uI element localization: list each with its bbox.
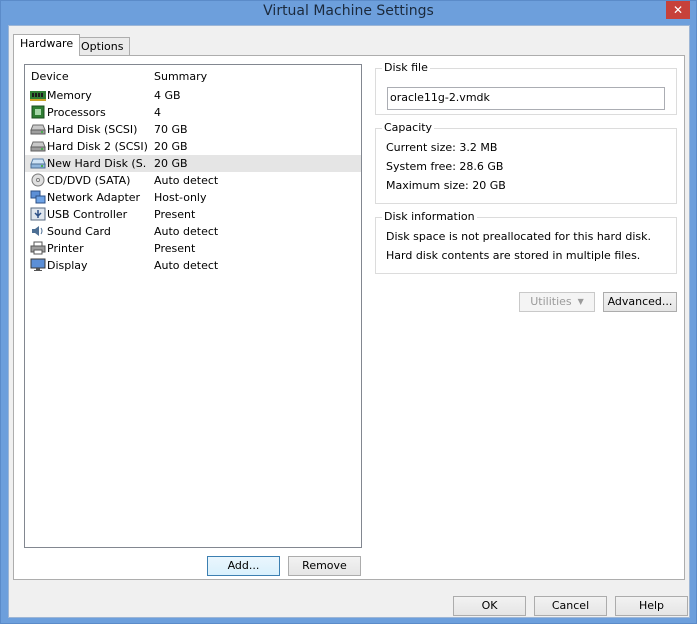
cancel-button[interactable]: Cancel	[534, 596, 607, 616]
utilities-label: Utilities	[530, 295, 572, 308]
capacity-legend: Capacity	[382, 121, 435, 134]
system-free-text: System free: 28.6 GB	[386, 160, 504, 173]
device-row-network-adapter[interactable]: Network Adapter Host-only	[25, 189, 361, 206]
sound-card-icon	[32, 226, 43, 236]
device-row-printer[interactable]: Printer Present	[25, 240, 361, 257]
device-name: USB Controller	[47, 208, 128, 221]
usb-icon	[30, 207, 46, 221]
display-icon	[30, 258, 46, 271]
close-icon: ✕	[672, 3, 684, 17]
device-name: New Hard Disk (S...	[47, 157, 147, 170]
device-name: Hard Disk (SCSI)	[47, 123, 138, 136]
device-row-memory[interactable]: Memory 4 GB	[25, 87, 361, 104]
hardware-tab-panel: Device Summary Memory 4 GB Processors 4	[13, 55, 685, 580]
device-name: Processors	[47, 106, 106, 119]
close-button[interactable]: ✕	[666, 1, 690, 19]
device-name: Printer	[47, 242, 84, 255]
remove-button[interactable]: Remove	[288, 556, 361, 576]
disk-file-group: Disk file oracle11g-2.vmdk	[375, 61, 677, 115]
cd-dvd-icon	[31, 173, 45, 187]
device-row-sound-card[interactable]: Sound Card Auto detect	[25, 223, 361, 240]
device-name: CD/DVD (SATA)	[47, 174, 131, 187]
maximum-size-text: Maximum size: 20 GB	[386, 179, 506, 192]
settings-window: Virtual Machine Settings ✕ Hardware Opti…	[0, 0, 697, 624]
device-summary: 4 GB	[154, 89, 181, 102]
disk-file-legend: Disk file	[382, 61, 430, 74]
device-name: Hard Disk 2 (SCSI)	[47, 140, 147, 153]
device-summary: 70 GB	[154, 123, 188, 136]
title-bar[interactable]: Virtual Machine Settings ✕	[1, 1, 696, 25]
tab-options[interactable]: Options	[74, 37, 131, 57]
hard-disk-icon	[30, 158, 46, 169]
capacity-group: Capacity Current size: 3.2 MB System fre…	[375, 121, 677, 204]
device-row-display[interactable]: Display Auto detect	[25, 257, 361, 274]
device-column-header[interactable]: Device	[31, 70, 69, 83]
device-summary: Host-only	[154, 191, 207, 204]
disk-info-line-1: Disk space is not preallocated for this …	[386, 230, 651, 243]
device-name: Sound Card	[47, 225, 111, 238]
device-row-usb-controller[interactable]: USB Controller Present	[25, 206, 361, 223]
disk-information-group: Disk information Disk space is not preal…	[375, 210, 677, 274]
device-summary: 20 GB	[154, 157, 188, 170]
device-summary: 20 GB	[154, 140, 188, 153]
processor-icon	[31, 105, 45, 119]
help-button[interactable]: Help	[615, 596, 688, 616]
device-summary: Present	[154, 208, 196, 221]
device-summary: Auto detect	[154, 174, 219, 187]
device-summary: 4	[154, 106, 161, 119]
device-list[interactable]: Device Summary Memory 4 GB Processors 4	[24, 64, 362, 548]
hard-disk-icon	[30, 141, 46, 152]
device-summary: Present	[154, 242, 196, 255]
chevron-down-icon: ▼	[577, 297, 584, 306]
device-summary: Auto detect	[154, 259, 219, 272]
device-name: Display	[47, 259, 88, 272]
network-adapter-icon	[30, 190, 46, 204]
device-rows: Memory 4 GB Processors 4 Hard Disk (SCSI…	[25, 87, 361, 274]
device-name: Memory	[47, 89, 92, 102]
current-size-text: Current size: 3.2 MB	[386, 141, 498, 154]
device-row-cd-dvd[interactable]: CD/DVD (SATA) Auto detect	[25, 172, 361, 189]
device-row-new-hard-disk[interactable]: New Hard Disk (S... 20 GB	[25, 155, 361, 172]
ok-button[interactable]: OK	[453, 596, 526, 616]
add-button[interactable]: Add...	[207, 556, 280, 576]
device-name: Network Adapter	[47, 191, 141, 204]
window-title: Virtual Machine Settings	[263, 3, 434, 19]
hard-disk-icon	[30, 124, 46, 135]
advanced-button[interactable]: Advanced...	[603, 292, 677, 312]
memory-icon	[30, 91, 46, 101]
device-summary: Auto detect	[154, 225, 219, 238]
dialog-client-area: Hardware Options Device Summary Memory 4…	[8, 25, 690, 618]
disk-info-line-2: Hard disk contents are stored in multipl…	[386, 249, 641, 262]
device-row-hard-disk-2-scsi[interactable]: Hard Disk 2 (SCSI) 20 GB	[25, 138, 361, 155]
utilities-button[interactable]: Utilities ▼	[519, 292, 595, 312]
tab-hardware[interactable]: Hardware	[13, 34, 81, 56]
disk-file-field[interactable]: oracle11g-2.vmdk	[387, 87, 665, 110]
disk-information-legend: Disk information	[382, 210, 477, 223]
device-list-header: Device Summary	[25, 65, 361, 87]
printer-icon	[30, 241, 46, 255]
device-row-processors[interactable]: Processors 4	[25, 104, 361, 121]
summary-column-header[interactable]: Summary	[154, 70, 207, 83]
device-row-hard-disk-scsi[interactable]: Hard Disk (SCSI) 70 GB	[25, 121, 361, 138]
